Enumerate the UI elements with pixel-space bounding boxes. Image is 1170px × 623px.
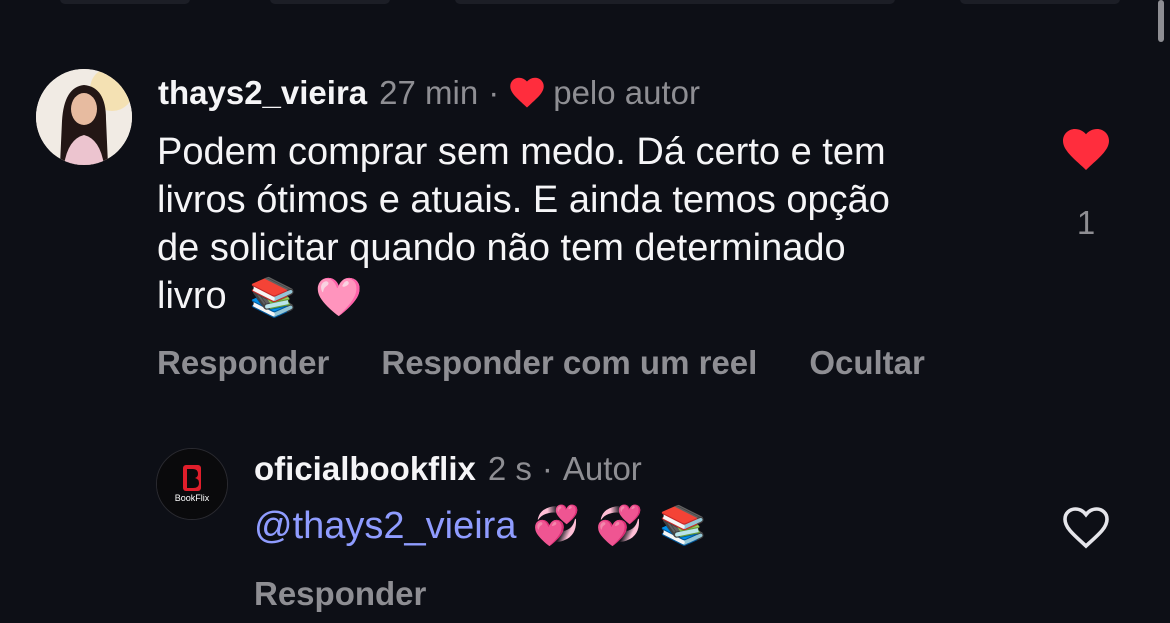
heart-filled-icon bbox=[510, 77, 544, 108]
top-edge bbox=[0, 0, 1170, 6]
books-emoji: 📚 bbox=[249, 276, 297, 319]
like-heart-outline-icon[interactable] bbox=[1061, 506, 1111, 550]
comment-text-line: de solicitar quando não tem determinado bbox=[157, 227, 846, 269]
pink-heart-emoji: 🩷 bbox=[315, 276, 363, 319]
comment-text: Podem comprar sem medo. Dá certo e tem l… bbox=[157, 128, 1037, 322]
two-hearts-emoji: 💞 bbox=[532, 505, 580, 547]
user-photo bbox=[36, 69, 132, 165]
bookflix-logo: BookFlix bbox=[157, 449, 227, 519]
comment-text-line: Podem comprar sem medo. Dá certo e tem bbox=[157, 131, 886, 173]
comment-text-line: livro bbox=[157, 275, 227, 317]
comment-username[interactable]: thays2_vieira bbox=[158, 74, 367, 112]
comment-meta: thays2_vieira 27 min · pelo autor bbox=[158, 73, 700, 113]
like-heart-filled-icon[interactable] bbox=[1061, 128, 1111, 172]
comment-time: 27 min bbox=[379, 74, 479, 111]
author-badge: Autor bbox=[562, 450, 642, 487]
separator-dot: · bbox=[488, 74, 500, 111]
avatar[interactable] bbox=[36, 69, 132, 165]
comment-actions: Responder Responder com um reel Ocultar bbox=[157, 344, 977, 382]
reply-button[interactable]: Responder bbox=[254, 575, 426, 613]
reply-actions: Responder bbox=[254, 575, 426, 613]
mention-link[interactable]: @thays2_vieira bbox=[254, 502, 516, 550]
reply-with-reel-button[interactable]: Responder com um reel bbox=[381, 344, 757, 382]
scrollbar[interactable] bbox=[1158, 0, 1164, 42]
reply-text: @thays2_vieira 💞 💞 📚 bbox=[254, 502, 706, 550]
two-hearts-emoji: 💞 bbox=[595, 505, 644, 547]
reply-avatar[interactable]: BookFlix bbox=[156, 448, 228, 520]
reply-meta: oficialbookflix 2 s · Autor bbox=[254, 449, 642, 489]
reply-button[interactable]: Responder bbox=[157, 344, 329, 382]
logo-text: BookFlix bbox=[175, 493, 210, 503]
hide-button[interactable]: Ocultar bbox=[809, 344, 925, 382]
reply-username[interactable]: oficialbookflix bbox=[254, 450, 476, 488]
books-emoji: 📚 bbox=[659, 505, 707, 547]
separator-dot: · bbox=[541, 450, 553, 487]
reply-time: 2 s bbox=[487, 450, 532, 487]
like-count[interactable]: 1 bbox=[1072, 204, 1100, 242]
comment-text-line: livros ótimos e atuais. E ainda temos op… bbox=[157, 179, 890, 221]
comment-text-last-line: livro 📚 🩷 bbox=[157, 272, 1037, 322]
liked-by-author-label: pelo autor bbox=[553, 74, 700, 111]
